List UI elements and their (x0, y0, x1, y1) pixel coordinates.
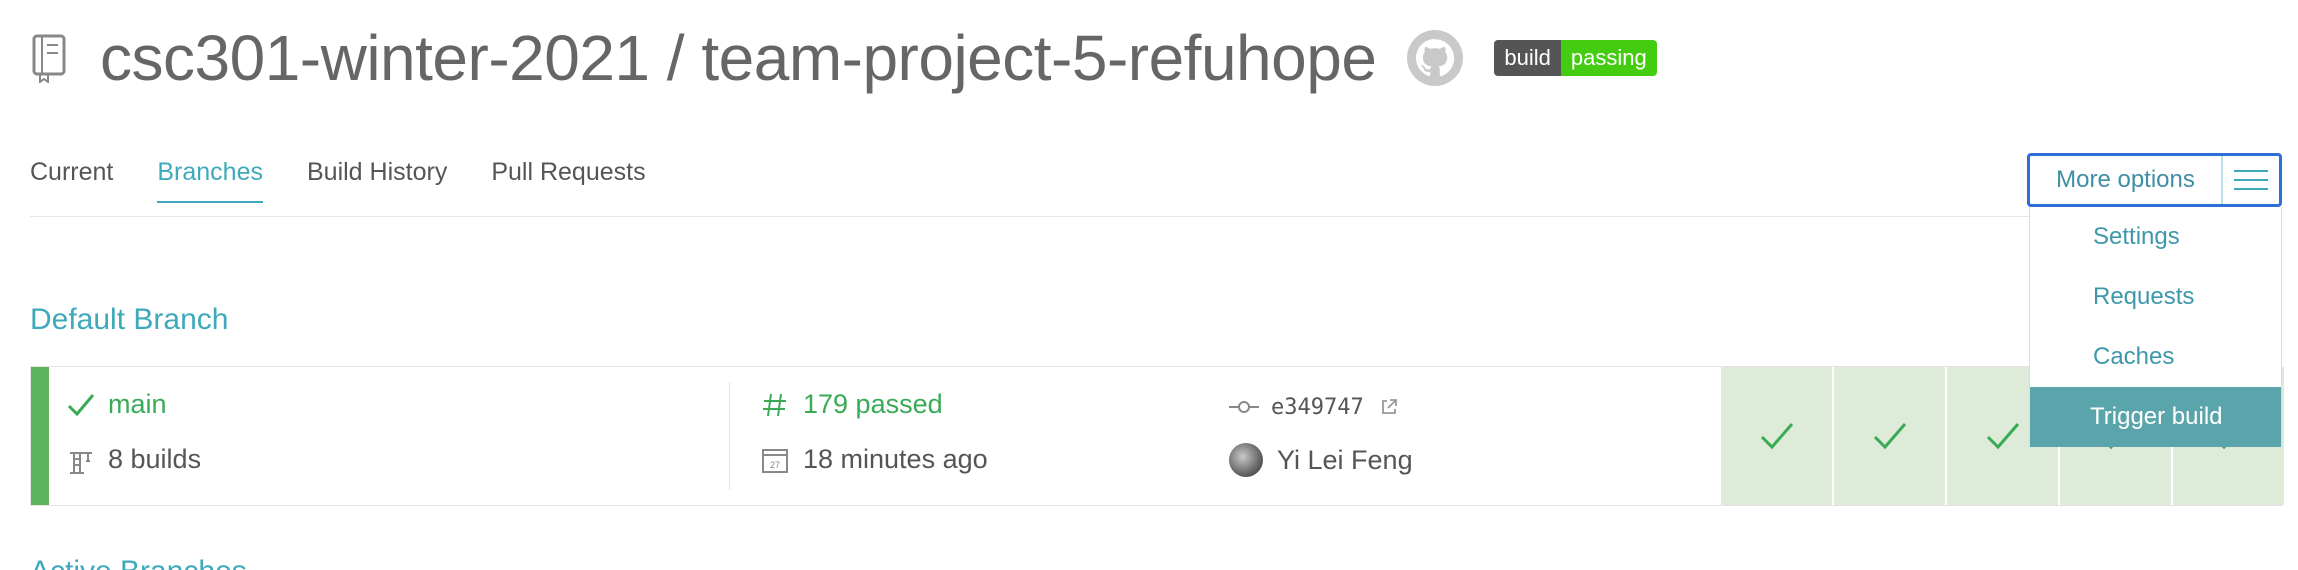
badge-label: build (1494, 40, 1561, 76)
commit-sha[interactable]: e349747 (1271, 395, 1364, 420)
avatar (1229, 443, 1263, 477)
tabs-divider (30, 216, 2030, 217)
tab-pull-requests[interactable]: Pull Requests (491, 158, 645, 203)
repo-icon (32, 34, 66, 83)
calendar-icon: 27 (762, 448, 788, 473)
hash-icon (763, 393, 786, 416)
menu-item-caches[interactable]: Caches (2030, 327, 2281, 387)
more-options-dropdown: Settings Requests Caches Trigger build (2029, 207, 2282, 447)
author-name: Yi Lei Feng (1277, 444, 1413, 475)
external-link-icon[interactable] (1380, 398, 1398, 416)
menu-item-requests[interactable]: Requests (2030, 267, 2281, 327)
check-icon (1986, 423, 2019, 450)
github-icon[interactable] (1406, 29, 1464, 87)
active-branches-title: Active Branches (30, 555, 247, 570)
check-icon (67, 393, 95, 416)
default-branch-row[interactable]: main 8 builds 179 passed 27 18 minutes a… (30, 366, 2284, 506)
repo-header: csc301-winter-2021 / team-project-5-refu… (30, 22, 1657, 94)
branch-name[interactable]: main (108, 389, 167, 420)
check-icon (1873, 423, 1906, 450)
repo-title[interactable]: csc301-winter-2021 / team-project-5-refu… (100, 21, 1377, 95)
repo-tabs: Current Branches Build History Pull Requ… (30, 158, 690, 203)
badge-status: passing (1560, 40, 1657, 76)
default-branch-title: Default Branch (30, 303, 229, 336)
svg-text:27: 27 (770, 460, 780, 470)
check-icon (1760, 423, 1793, 450)
status-bar (31, 367, 49, 505)
crane-icon (70, 451, 92, 474)
tab-build-history[interactable]: Build History (307, 158, 447, 203)
menu-item-settings[interactable]: Settings (2030, 207, 2281, 267)
row-divider (729, 382, 730, 490)
more-options-button[interactable]: More options (2027, 153, 2282, 207)
recent-build-cell[interactable] (1832, 367, 1945, 505)
build-status-badge[interactable]: build passing (1494, 40, 1657, 76)
build-info: 179 passed 27 18 minutes ago (761, 389, 988, 475)
time-ago: 18 minutes ago (803, 444, 988, 474)
recent-build-cell[interactable] (1719, 367, 1832, 505)
build-count: 8 builds (108, 444, 202, 474)
menu-item-trigger-build[interactable]: Trigger build (2030, 387, 2281, 447)
branch-info: main 8 builds (66, 389, 201, 475)
commit-icon (1229, 401, 1259, 413)
hamburger-icon[interactable] (2223, 156, 2279, 204)
more-options-label[interactable]: More options (2030, 156, 2223, 204)
build-status[interactable]: 179 passed (803, 389, 943, 420)
tab-branches[interactable]: Branches (157, 158, 263, 203)
tab-current[interactable]: Current (30, 158, 113, 203)
commit-info: e349747 Yi Lei Feng (1229, 389, 1413, 477)
